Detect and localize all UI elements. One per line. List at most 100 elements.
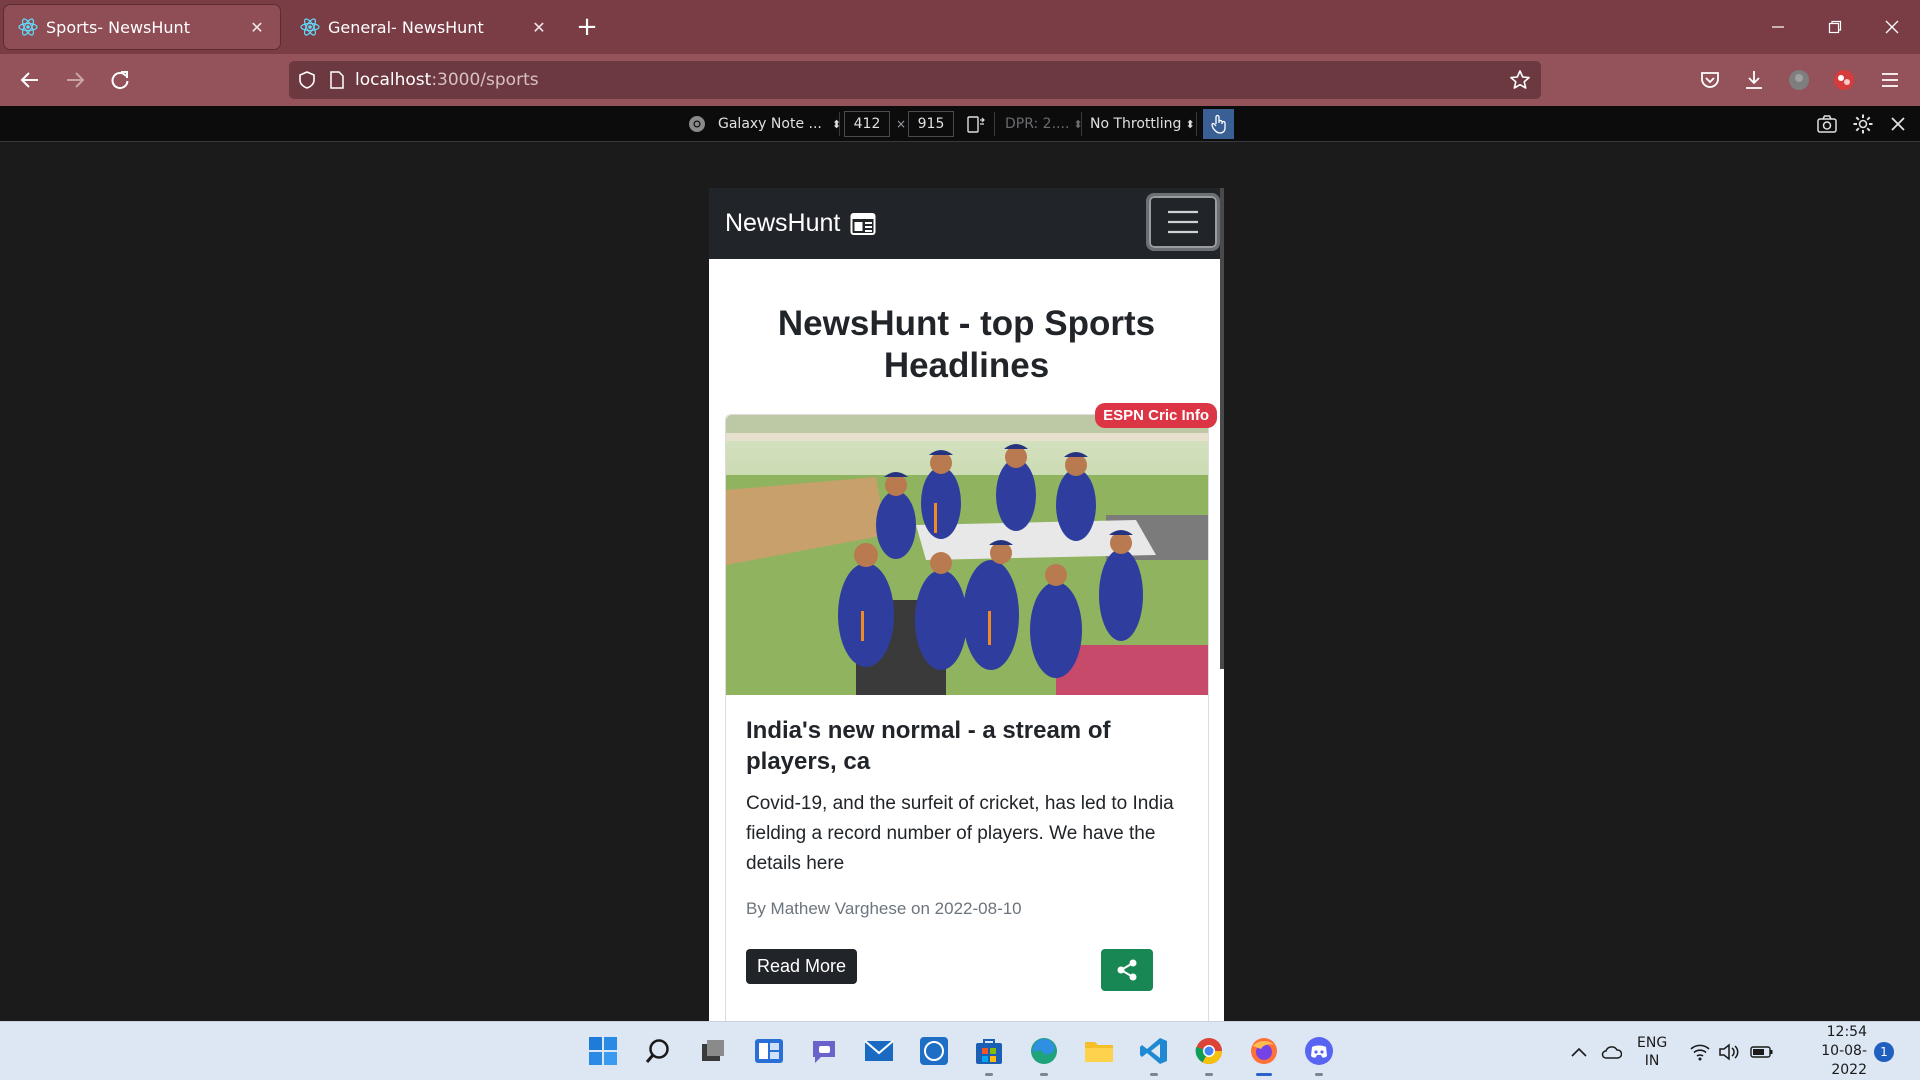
- viewport-height-input[interactable]: 915: [908, 111, 954, 137]
- tab-general[interactable]: General- NewsHunt ✕: [286, 5, 562, 49]
- divider: [839, 112, 840, 136]
- edge-icon: [1031, 1038, 1057, 1064]
- device-selector[interactable]: Galaxy Note ... ⬍: [688, 106, 841, 142]
- teams-chat-button[interactable]: [805, 1032, 843, 1070]
- page-scrollbar[interactable]: [1220, 259, 1224, 669]
- read-more-button[interactable]: Read More: [746, 949, 858, 984]
- new-tab-button[interactable]: +: [572, 14, 602, 44]
- dell-icon: [920, 1037, 948, 1065]
- close-rdm-button[interactable]: [1890, 106, 1906, 142]
- battery-button[interactable]: [1750, 1022, 1774, 1080]
- close-window-button[interactable]: [1869, 10, 1915, 44]
- windows-logo-icon: [589, 1037, 617, 1065]
- url-host: localhost: [355, 70, 432, 90]
- show-hidden-icons-button[interactable]: [1570, 1022, 1588, 1080]
- navbar-toggler-button[interactable]: [1146, 193, 1220, 251]
- wifi-icon: [1690, 1044, 1710, 1060]
- page-icon[interactable]: [325, 61, 349, 99]
- widgets-button[interactable]: [750, 1032, 788, 1070]
- dpr-selector[interactable]: DPR: 2.... ⬍: [1005, 106, 1083, 142]
- shield-icon[interactable]: [289, 61, 325, 99]
- lang-top: ENG: [1637, 1034, 1668, 1051]
- battery-icon: [1750, 1045, 1773, 1058]
- rotate-button[interactable]: [966, 106, 986, 142]
- tab-title: General- NewsHunt: [328, 17, 484, 37]
- close-tab-icon[interactable]: ✕: [528, 16, 550, 38]
- input-language-button[interactable]: ENG IN: [1637, 1022, 1667, 1080]
- dimension-times: ×: [896, 117, 907, 131]
- windows-taskbar: ENG IN 12:54 10-08-2022 1: [0, 1021, 1920, 1080]
- discord-icon: [1305, 1037, 1333, 1065]
- account-button[interactable]: [1781, 62, 1817, 98]
- folder-icon: [1085, 1042, 1113, 1062]
- menu-button[interactable]: [1872, 62, 1908, 98]
- touch-hand-icon: [1210, 114, 1226, 134]
- search-icon: [645, 1039, 669, 1063]
- arrow-right-icon: [67, 72, 85, 88]
- speaker-icon: [1719, 1042, 1739, 1061]
- onedrive-button[interactable]: [1600, 1022, 1622, 1080]
- divider: [994, 112, 995, 136]
- page-heading: NewsHunt - top Sports Headlines: [777, 304, 1156, 385]
- restore-button[interactable]: [1812, 10, 1858, 44]
- gear-icon: [1853, 114, 1873, 134]
- minimize-icon: [1772, 26, 1784, 28]
- firefox-button[interactable]: [1245, 1032, 1283, 1076]
- extension-icon: [1834, 70, 1854, 90]
- close-tab-icon[interactable]: ✕: [246, 16, 268, 38]
- notification-center-button[interactable]: 1: [1874, 1022, 1894, 1080]
- tab-sports[interactable]: Sports- NewsHunt ✕: [4, 5, 280, 49]
- article-byline: By Mathew Varghese on 2022-08-10: [746, 899, 1022, 918]
- hamburger-icon: [1882, 73, 1898, 87]
- start-button[interactable]: [584, 1032, 622, 1070]
- bookmark-star-icon[interactable]: [1507, 67, 1533, 93]
- edge-button[interactable]: [1025, 1032, 1063, 1076]
- store-icon: [976, 1039, 1002, 1064]
- restore-icon: [1828, 20, 1842, 34]
- mail-button[interactable]: [860, 1032, 898, 1070]
- dell-app-button[interactable]: [915, 1032, 953, 1070]
- downloads-button[interactable]: [1736, 62, 1772, 98]
- device-viewport: NewsHunt NewsHunt - top Sports Headlines: [709, 188, 1224, 1021]
- newspaper-icon: [850, 212, 876, 235]
- article-description: Covid-19, and the surfeit of cricket, ha…: [746, 793, 1174, 874]
- viewport-width-input[interactable]: 412: [844, 111, 890, 137]
- app-navbar: NewsHunt: [709, 188, 1224, 259]
- vscode-button[interactable]: [1135, 1032, 1173, 1076]
- volume-button[interactable]: [1718, 1022, 1740, 1080]
- chrome-icon: [1195, 1038, 1223, 1065]
- browser-tab-strip: Sports- NewsHunt ✕ General- NewsHunt ✕ +: [0, 0, 1920, 54]
- store-button[interactable]: [970, 1032, 1008, 1076]
- pocket-button[interactable]: [1692, 62, 1728, 98]
- chrome-button[interactable]: [1190, 1032, 1228, 1076]
- rotate-device-icon: [967, 116, 985, 133]
- url-text: localhost:3000/sports: [355, 70, 539, 90]
- running-indicator: [1315, 1073, 1323, 1076]
- network-button[interactable]: [1689, 1022, 1711, 1080]
- card-body: India's new normal - a stream of players…: [726, 695, 1208, 939]
- clock-button[interactable]: 12:54 10-08-2022: [1787, 1022, 1867, 1080]
- navbar-brand[interactable]: NewsHunt: [725, 209, 876, 238]
- cloud-icon: [1601, 1045, 1622, 1059]
- avatar-icon: [1789, 70, 1809, 90]
- taskbar-search-button[interactable]: [639, 1032, 677, 1070]
- settings-button[interactable]: [1852, 106, 1874, 142]
- screenshot-button[interactable]: [1816, 106, 1838, 142]
- hamburger-icon: [1168, 210, 1198, 234]
- throttling-selector[interactable]: No Throttling ⬍: [1090, 106, 1195, 142]
- forward-button[interactable]: [57, 62, 93, 98]
- discord-button[interactable]: [1300, 1032, 1338, 1076]
- back-button[interactable]: [12, 62, 48, 98]
- address-bar[interactable]: localhost:3000/sports: [289, 61, 1541, 99]
- running-indicator: [1040, 1073, 1048, 1076]
- divider: [1196, 112, 1197, 136]
- touch-simulation-button[interactable]: [1203, 109, 1234, 139]
- source-badge: ESPN Cric Info: [1095, 403, 1217, 428]
- file-explorer-button[interactable]: [1080, 1032, 1118, 1070]
- minimize-button[interactable]: [1755, 10, 1801, 44]
- share-button[interactable]: [1101, 949, 1153, 991]
- task-view-button[interactable]: [694, 1032, 732, 1070]
- mail-icon: [864, 1040, 894, 1061]
- reload-button[interactable]: [102, 62, 138, 98]
- extension-button[interactable]: [1826, 62, 1862, 98]
